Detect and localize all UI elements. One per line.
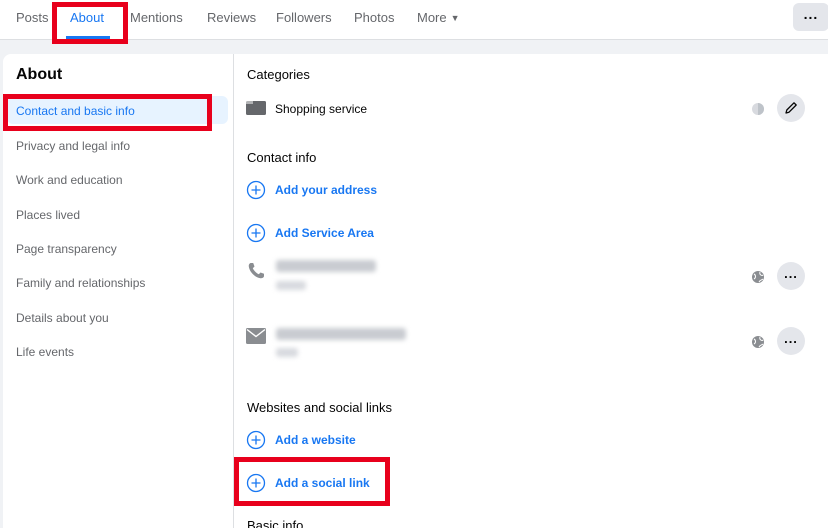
add-social-link-link[interactable]: Add a social link (275, 476, 370, 490)
add-service-area-plus-icon (246, 223, 266, 243)
envelope-icon (246, 328, 266, 344)
tab-reviews[interactable]: Reviews (207, 10, 256, 25)
categories-heading: Categories (247, 67, 310, 82)
tab-more[interactable]: More ▼ (417, 10, 460, 25)
category-value: Shopping service (275, 102, 368, 116)
sidebar-item-family-relationships[interactable]: Family and relationships (16, 276, 145, 290)
more-dots-icon: ... (784, 266, 798, 281)
sidebar-item-details-about-you[interactable]: Details about you (16, 311, 109, 325)
sidebar-item-places-lived[interactable]: Places lived (16, 208, 80, 222)
sidebar-title: About (16, 66, 63, 83)
edit-category-button[interactable] (777, 94, 805, 122)
contact-info-heading: Contact info (247, 150, 317, 165)
add-social-link-plus-icon (246, 473, 266, 493)
tab-about[interactable]: About (70, 10, 104, 25)
more-dots-icon: ... (803, 6, 819, 22)
privacy-globe-icon (752, 103, 764, 115)
page-tab-bar: Posts About Mentions Reviews Followers P… (0, 0, 828, 40)
more-dots-icon: ... (784, 331, 798, 346)
add-website-link[interactable]: Add a website (275, 433, 356, 447)
category-icon (246, 101, 266, 115)
add-website-plus-icon (246, 430, 266, 450)
sidebar-item-page-transparency[interactable]: Page transparency (16, 242, 117, 256)
tab-more-label: More (417, 10, 447, 25)
tab-mentions[interactable]: Mentions (130, 10, 183, 25)
phone-icon (248, 263, 264, 279)
email-type-redacted (276, 348, 298, 357)
add-address-plus-icon (246, 180, 266, 200)
tab-posts[interactable]: Posts (16, 10, 49, 25)
email-address-redacted (276, 328, 406, 340)
pencil-icon (785, 102, 797, 114)
websites-social-heading: Websites and social links (247, 400, 392, 415)
phone-type-redacted (276, 281, 306, 290)
sidebar-item-contact-basic-info[interactable]: Contact and basic info (16, 104, 135, 118)
phone-number-redacted (276, 260, 376, 272)
sidebar-item-life-events[interactable]: Life events (16, 345, 74, 359)
email-options-button[interactable]: ... (777, 327, 805, 355)
phone-options-button[interactable]: ... (777, 262, 805, 290)
active-tab-indicator (66, 36, 110, 39)
sidebar-item-work-education[interactable]: Work and education (16, 173, 123, 187)
add-service-area-link[interactable]: Add Service Area (275, 226, 374, 240)
sidebar-item-privacy-legal-info[interactable]: Privacy and legal info (16, 139, 130, 153)
chevron-down-icon: ▼ (450, 13, 460, 23)
basic-info-heading: Basic info (247, 518, 304, 528)
tab-followers[interactable]: Followers (276, 10, 332, 25)
privacy-globe-icon (752, 336, 764, 348)
page-menu-button[interactable]: ... (793, 3, 828, 31)
about-sidebar: About Contact and basic info Privacy and… (3, 54, 234, 528)
about-content: Categories Shopping service Contact info… (234, 54, 828, 528)
add-address-link[interactable]: Add your address (275, 183, 377, 197)
privacy-globe-icon (752, 271, 764, 283)
tab-photos[interactable]: Photos (354, 10, 394, 25)
